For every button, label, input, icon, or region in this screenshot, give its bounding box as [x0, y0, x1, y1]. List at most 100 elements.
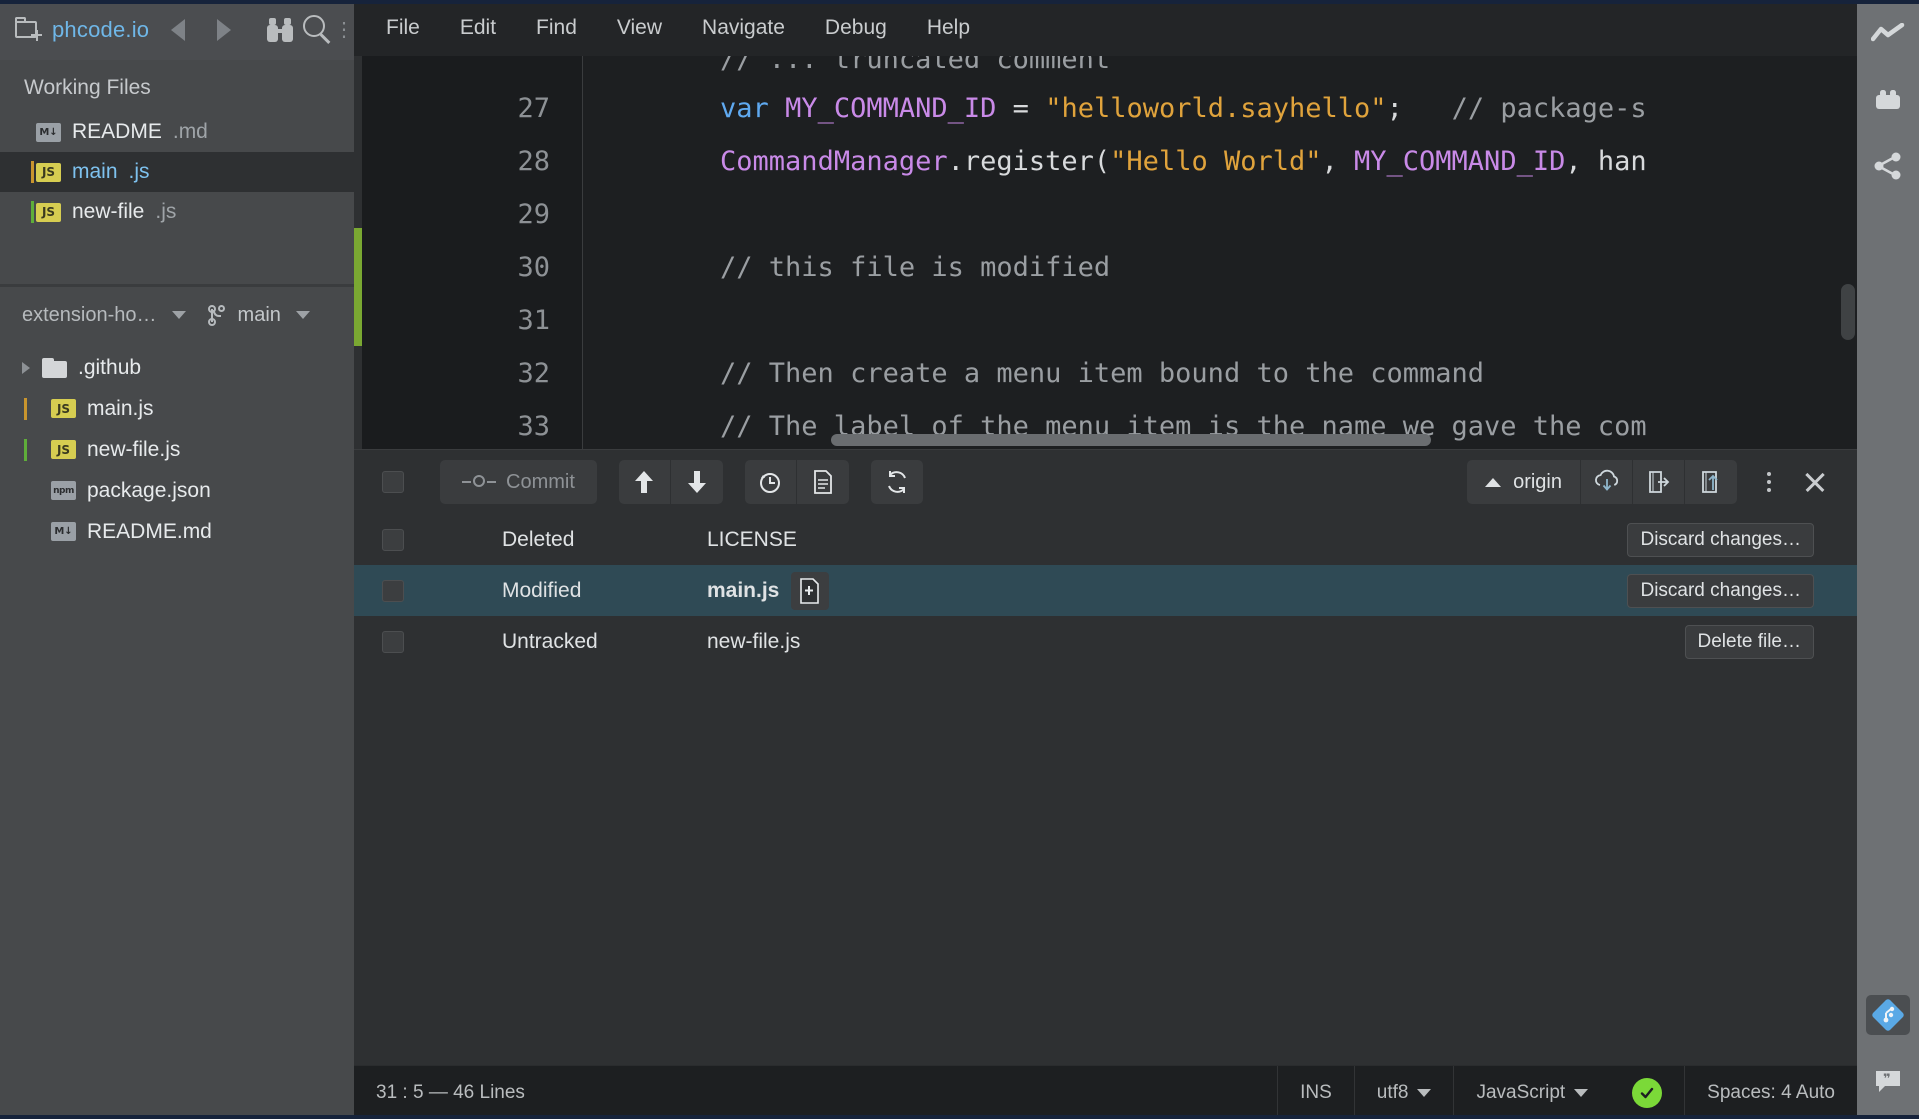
commit-button[interactable]: Commit: [440, 460, 597, 504]
delete-file-button[interactable]: Delete file…: [1685, 625, 1815, 659]
tree-item-name: README: [87, 520, 177, 544]
discard-changes-button[interactable]: Discard changes…: [1627, 574, 1814, 608]
working-file-item[interactable]: JS main .js: [0, 152, 354, 192]
git-icon[interactable]: [1866, 995, 1910, 1035]
language-selector[interactable]: JavaScript: [1454, 1066, 1610, 1119]
working-file-item[interactable]: JS new-file .js: [0, 192, 354, 232]
cursor-position: 31 : 5 — 46 Lines: [354, 1082, 525, 1104]
row-filename: new-file.js: [707, 630, 800, 654]
code-token: // package-s: [1403, 93, 1647, 124]
window-bottom-border: [0, 1115, 1919, 1119]
menu-help[interactable]: Help: [907, 8, 990, 48]
menu-view[interactable]: View: [597, 8, 682, 48]
search-icon[interactable]: [303, 15, 308, 45]
disclosure-triangle-icon[interactable]: [22, 362, 30, 374]
project-title[interactable]: phcode.io: [52, 17, 149, 43]
working-files-list: M↓ README .md JS main .js JS new-file .j…: [0, 112, 354, 232]
lint-status-badge[interactable]: [1610, 1066, 1684, 1119]
editor-horizontal-scrollbar[interactable]: [831, 434, 1431, 446]
remote-selector[interactable]: origin: [1467, 460, 1581, 504]
pull-button[interactable]: [671, 460, 723, 504]
git-changes-list: Deleted LICENSE Discard changes… Modifie…: [354, 514, 1857, 1065]
row-checkbox[interactable]: [382, 631, 404, 653]
chevron-down-icon[interactable]: [172, 311, 186, 319]
menu-find[interactable]: Find: [516, 8, 597, 48]
menu-bar: File Edit Find View Navigate Debug Help: [354, 0, 1857, 56]
discard-changes-button[interactable]: Discard changes…: [1627, 523, 1814, 557]
select-all-checkbox[interactable]: [382, 471, 404, 493]
row-filename: main.js: [707, 579, 779, 603]
code-token: [655, 93, 720, 124]
fetch-button[interactable]: [1581, 460, 1633, 504]
code-text-area[interactable]: // ... truncated comment var MY_COMMAND_…: [582, 56, 1857, 449]
git-sync-button-group: [619, 460, 723, 504]
window-top-border: [0, 0, 1919, 4]
code-token: "Hello World": [1110, 146, 1321, 177]
menu-navigate[interactable]: Navigate: [682, 8, 805, 48]
code-token: var: [720, 93, 769, 124]
comments-icon[interactable]: ❞: [1866, 1061, 1910, 1101]
sidebar-gap: [0, 232, 354, 284]
share-icon[interactable]: [1866, 146, 1910, 186]
javascript-file-icon: JS: [36, 163, 61, 182]
row-status: Untracked: [502, 630, 707, 654]
menu-file[interactable]: File: [366, 8, 440, 48]
code-token: // ... truncated comment: [655, 56, 1110, 75]
line-number: 28: [362, 135, 582, 188]
table-row[interactable]: Modified main.js Discard changes…: [354, 565, 1857, 616]
code-token: ;: [1387, 93, 1403, 124]
code-token: MY_COMMAND_ID: [1354, 146, 1565, 177]
live-preview-icon[interactable]: [1866, 14, 1910, 54]
history-button[interactable]: [745, 460, 797, 504]
language-label: JavaScript: [1476, 1082, 1565, 1104]
menu-edit[interactable]: Edit: [440, 8, 516, 48]
new-folder-icon[interactable]: [14, 17, 42, 43]
file-diff-icon[interactable]: [791, 572, 829, 610]
code-token: , han: [1565, 146, 1646, 177]
line-number: 31: [362, 294, 582, 347]
project-selector-label[interactable]: extension-ho…: [22, 304, 157, 327]
new-file-marker: [31, 201, 34, 223]
tree-item-file[interactable]: JS main .js: [0, 388, 354, 429]
menu-debug[interactable]: Debug: [805, 8, 907, 48]
table-row[interactable]: Deleted LICENSE Discard changes…: [354, 514, 1857, 565]
code-line: [583, 188, 1857, 241]
git-remote-button-group: origin: [1467, 460, 1737, 504]
table-row[interactable]: Untracked new-file.js Delete file…: [354, 616, 1857, 667]
editor-vertical-scrollbar[interactable]: [1841, 284, 1855, 340]
modified-marker: [31, 161, 34, 183]
more-options-icon[interactable]: ⋮: [334, 20, 354, 40]
left-sidebar: phcode.io ⋮ Working Files M↓ README .md …: [0, 0, 354, 1119]
nav-back-icon[interactable]: [171, 19, 185, 41]
tree-item-name: new-file: [87, 438, 159, 462]
code-editor[interactable]: 27 28 29 30 31 32 33 // ... truncated co…: [354, 56, 1857, 449]
insert-mode-toggle[interactable]: INS: [1278, 1066, 1354, 1119]
tree-item-file[interactable]: npm package .json: [0, 470, 354, 511]
push-remote-button[interactable]: [1633, 460, 1685, 504]
push-button[interactable]: [619, 460, 671, 504]
branch-chevron-down-icon[interactable]: [296, 311, 310, 319]
pull-remote-button[interactable]: [1685, 460, 1737, 504]
file-history-button[interactable]: [797, 460, 849, 504]
git-more-options-icon[interactable]: [1749, 460, 1789, 504]
encoding-selector[interactable]: utf8: [1355, 1066, 1454, 1119]
nav-forward-icon[interactable]: [217, 19, 231, 41]
tree-item-file[interactable]: JS new-file .js: [0, 429, 354, 470]
commit-button-label: Commit: [506, 471, 575, 494]
extensions-icon[interactable]: [1866, 80, 1910, 120]
npm-file-icon: npm: [51, 481, 76, 500]
close-icon[interactable]: [1795, 460, 1835, 504]
svg-text:❞: ❞: [1883, 1072, 1891, 1087]
binoculars-icon[interactable]: [265, 17, 270, 43]
tree-item-folder[interactable]: .github: [0, 347, 354, 388]
row-checkbox[interactable]: [382, 529, 404, 551]
tree-item-file[interactable]: M↓ README .md: [0, 511, 354, 552]
git-refresh-button-group: [871, 460, 923, 504]
working-file-item[interactable]: M↓ README .md: [0, 112, 354, 152]
row-checkbox[interactable]: [382, 580, 404, 602]
remote-name: origin: [1513, 471, 1562, 494]
refresh-button[interactable]: [871, 460, 923, 504]
branch-name[interactable]: main: [238, 304, 281, 327]
code-lines: // ... truncated comment var MY_COMMAND_…: [583, 56, 1857, 449]
indentation-selector[interactable]: Spaces: 4 Auto: [1685, 1066, 1857, 1119]
